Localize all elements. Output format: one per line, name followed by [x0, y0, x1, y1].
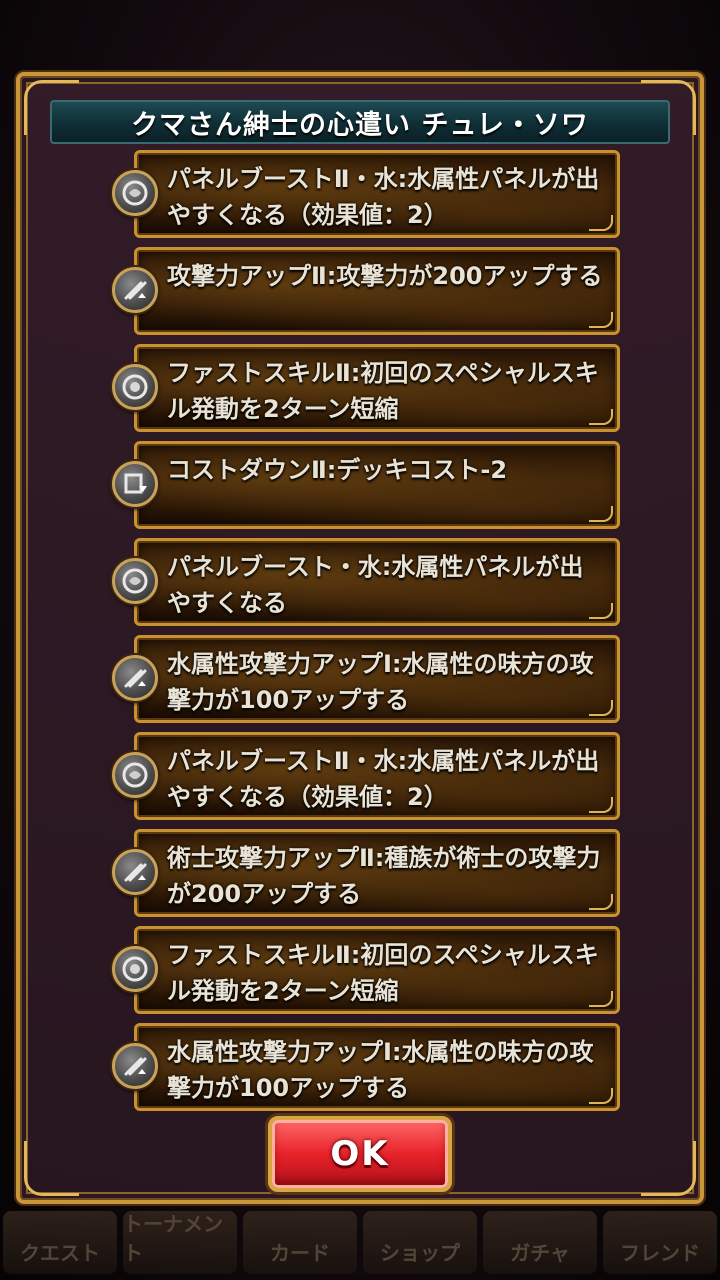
skill-text: ファストスキルⅡ:初回のスペシャルスキル発動を2ターン短縮: [167, 941, 599, 1005]
skill-row: コストダウンⅡ:デッキコスト-2: [112, 441, 622, 529]
nav-tournament: トーナメント: [123, 1211, 237, 1274]
skill-list: パネルブーストⅡ・水:水属性パネルが出やすくなる（効果値：2） 攻撃力アップⅡ:…: [112, 150, 622, 1120]
fast-skill-icon: [112, 946, 158, 992]
skill-row: 水属性攻撃力アップⅠ:水属性の味方の攻撃力が100アップする: [112, 1023, 622, 1111]
skill-card: パネルブーストⅡ・水:水属性パネルが出やすくなる（効果値：2）: [134, 732, 620, 820]
skill-row: ファストスキルⅡ:初回のスペシャルスキル発動を2ターン短縮: [112, 926, 622, 1014]
skill-card: パネルブースト・水:水属性パネルが出やすくなる: [134, 538, 620, 626]
frame-corner-ornament: [641, 1141, 696, 1196]
skill-text: 水属性攻撃力アップⅠ:水属性の味方の攻撃力が100アップする: [167, 650, 594, 714]
skill-card: ファストスキルⅡ:初回のスペシャルスキル発動を2ターン短縮: [134, 926, 620, 1014]
skill-row: パネルブーストⅡ・水:水属性パネルが出やすくなる（効果値：2）: [112, 150, 622, 238]
skill-row: ファストスキルⅡ:初回のスペシャルスキル発動を2ターン短縮: [112, 344, 622, 432]
skill-text: 水属性攻撃力アップⅠ:水属性の味方の攻撃力が100アップする: [167, 1038, 594, 1102]
skill-card: コストダウンⅡ:デッキコスト-2: [134, 441, 620, 529]
skill-card: ファストスキルⅡ:初回のスペシャルスキル発動を2ターン短縮: [134, 344, 620, 432]
card-corner-ornament: [589, 700, 613, 716]
skill-text: 攻撃力アップⅡ:攻撃力が200アップする: [167, 262, 603, 290]
card-corner-ornament: [589, 797, 613, 813]
frame-corner-ornament: [24, 1141, 79, 1196]
attack-up-icon: [112, 655, 158, 701]
card-corner-ornament: [589, 312, 613, 328]
skill-row: 攻撃力アップⅡ:攻撃力が200アップする: [112, 247, 622, 335]
card-corner-ornament: [589, 409, 613, 425]
attack-up-icon: [112, 267, 158, 313]
skill-card: 水属性攻撃力アップⅠ:水属性の味方の攻撃力が100アップする: [134, 1023, 620, 1111]
ok-button[interactable]: OK: [268, 1116, 452, 1192]
card-corner-ornament: [589, 991, 613, 1007]
skill-text: パネルブーストⅡ・水:水属性パネルが出やすくなる（効果値：2）: [167, 747, 600, 811]
nav-quest: クエスト: [3, 1211, 117, 1274]
skill-card: 水属性攻撃力アップⅠ:水属性の味方の攻撃力が100アップする: [134, 635, 620, 723]
nav-gacha: ガチャ: [483, 1211, 597, 1274]
dialog-title: クマさん紳士の心遣い チュレ・ソワ: [50, 100, 670, 144]
skill-card: 術士攻撃力アップⅡ:種族が術士の攻撃力が200アップする: [134, 829, 620, 917]
card-corner-ornament: [589, 603, 613, 619]
nav-shop: ショップ: [363, 1211, 477, 1274]
cost-down-icon: [112, 461, 158, 507]
nav-card: カード: [243, 1211, 357, 1274]
fast-skill-icon: [112, 364, 158, 410]
skill-text: 術士攻撃力アップⅡ:種族が術士の攻撃力が200アップする: [167, 844, 601, 908]
card-corner-ornament: [589, 506, 613, 522]
attack-up-icon: [112, 1043, 158, 1089]
skill-card: パネルブーストⅡ・水:水属性パネルが出やすくなる（効果値：2）: [134, 150, 620, 238]
skill-text: パネルブースト・水:水属性パネルが出やすくなる: [167, 553, 584, 617]
card-corner-ornament: [589, 215, 613, 231]
skill-row: 水属性攻撃力アップⅠ:水属性の味方の攻撃力が100アップする: [112, 635, 622, 723]
skill-card: 攻撃力アップⅡ:攻撃力が200アップする: [134, 247, 620, 335]
skill-row: パネルブースト・水:水属性パネルが出やすくなる: [112, 538, 622, 626]
skill-text: コストダウンⅡ:デッキコスト-2: [167, 456, 508, 484]
skill-row: パネルブーストⅡ・水:水属性パネルが出やすくなる（効果値：2）: [112, 732, 622, 820]
attack-up-icon: [112, 849, 158, 895]
panel-boost-icon: [112, 170, 158, 216]
skill-text: パネルブーストⅡ・水:水属性パネルが出やすくなる（効果値：2）: [167, 165, 600, 229]
background-bottom-nav: クエスト トーナメント カード ショップ ガチャ フレンド: [0, 1205, 720, 1280]
skill-text: ファストスキルⅡ:初回のスペシャルスキル発動を2ターン短縮: [167, 359, 599, 423]
panel-boost-icon: [112, 558, 158, 604]
skill-row: 術士攻撃力アップⅡ:種族が術士の攻撃力が200アップする: [112, 829, 622, 917]
nav-friend: フレンド: [603, 1211, 717, 1274]
panel-boost-icon: [112, 752, 158, 798]
card-corner-ornament: [589, 894, 613, 910]
card-corner-ornament: [589, 1088, 613, 1104]
